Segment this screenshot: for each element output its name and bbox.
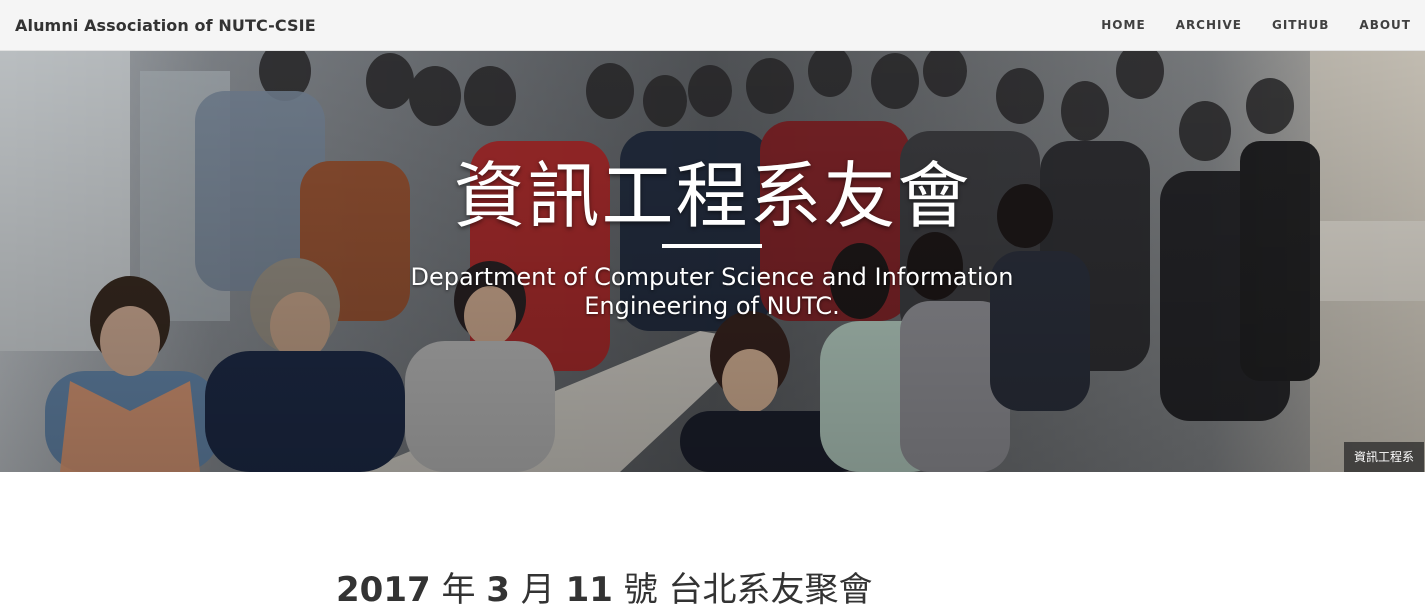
hero-divider: [662, 244, 762, 248]
post-title-month: 3: [486, 570, 510, 611]
hero-subtitle: Department of Computer Science and Infor…: [410, 263, 1014, 320]
nav-links: HOME ARCHIVE GITHUB ABOUT: [1071, 18, 1411, 32]
post-title-part: 年: [430, 570, 487, 611]
brand-link[interactable]: Alumni Association of NUTC-CSIE: [15, 16, 316, 35]
nav-link-about[interactable]: ABOUT: [1359, 18, 1411, 32]
nav-link-home[interactable]: HOME: [1101, 18, 1145, 32]
nav-link-github[interactable]: GITHUB: [1272, 18, 1329, 32]
hero-title: 資訊工程系友會: [453, 154, 972, 238]
post-title-year: 2017: [336, 570, 431, 611]
post-title[interactable]: 2017 年 3 月 11 號 台北系友聚會: [336, 566, 873, 614]
navbar: Alumni Association of NUTC-CSIE HOME ARC…: [0, 0, 1425, 51]
nav-link-archive[interactable]: ARCHIVE: [1176, 18, 1242, 32]
post-title-part: 號 台北系友聚會: [612, 570, 873, 611]
photo-caption: 資訊工程系: [1343, 442, 1424, 472]
post-title-day: 11: [565, 570, 613, 611]
post-title-part: 月: [509, 570, 566, 611]
hero-header: 資訊工程系友會 Department of Computer Science a…: [0, 51, 1425, 472]
hero-group-photo: [0, 51, 1425, 472]
